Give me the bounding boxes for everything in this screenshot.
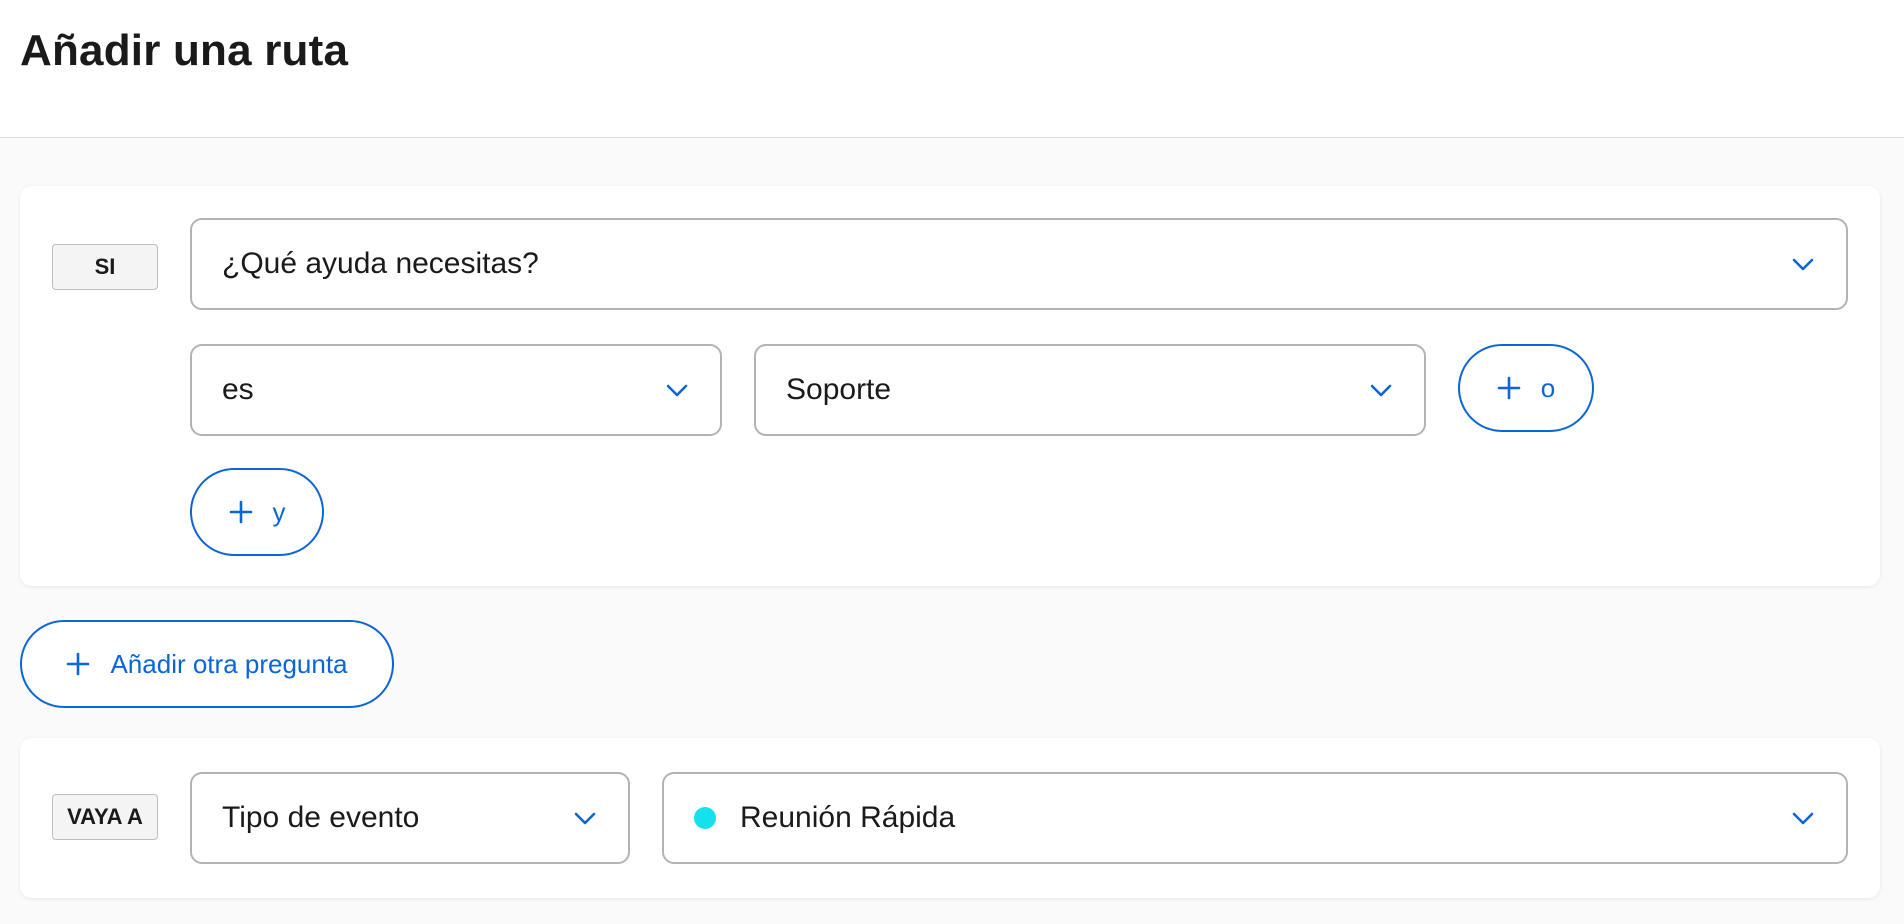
plus-icon xyxy=(66,652,90,676)
add-and-button[interactable]: y xyxy=(190,468,324,556)
page-header: Añadir una ruta xyxy=(0,0,1904,138)
add-or-label: o xyxy=(1540,372,1556,403)
goto-tag: VAYA A xyxy=(52,794,158,840)
chevron-down-icon xyxy=(572,805,598,831)
add-or-button[interactable]: o xyxy=(1458,344,1594,432)
chevron-down-icon xyxy=(1790,251,1816,277)
destination-type-value: Tipo de evento xyxy=(222,801,420,834)
answer-select-value: Soporte xyxy=(786,373,892,406)
plus-icon xyxy=(229,500,253,524)
operator-select-value: es xyxy=(222,373,254,406)
destination-type-select[interactable]: Tipo de evento xyxy=(190,772,630,864)
add-and-label: y xyxy=(272,496,286,527)
if-tag: SI xyxy=(52,244,158,290)
chevron-down-icon xyxy=(1368,377,1394,403)
question-select-value: ¿Qué ayuda necesitas? xyxy=(222,247,539,280)
event-color-dot xyxy=(694,807,716,829)
operator-select[interactable]: es xyxy=(190,344,722,436)
destination-card: VAYA A Tipo de evento Reunión Rápida xyxy=(20,738,1880,898)
page-title: Añadir una ruta xyxy=(20,26,349,75)
event-select-value: Reunión Rápida xyxy=(740,801,956,834)
event-select[interactable]: Reunión Rápida xyxy=(662,772,1848,864)
question-select[interactable]: ¿Qué ayuda necesitas? xyxy=(190,218,1848,310)
add-question-button[interactable]: Añadir otra pregunta xyxy=(20,620,394,708)
add-question-label: Añadir otra pregunta xyxy=(110,648,348,679)
chevron-down-icon xyxy=(664,377,690,403)
plus-icon xyxy=(1497,376,1521,400)
condition-card: SI ¿Qué ayuda necesitas? es Soporte o y xyxy=(20,186,1880,586)
answer-select[interactable]: Soporte xyxy=(754,344,1426,436)
chevron-down-icon xyxy=(1790,805,1816,831)
